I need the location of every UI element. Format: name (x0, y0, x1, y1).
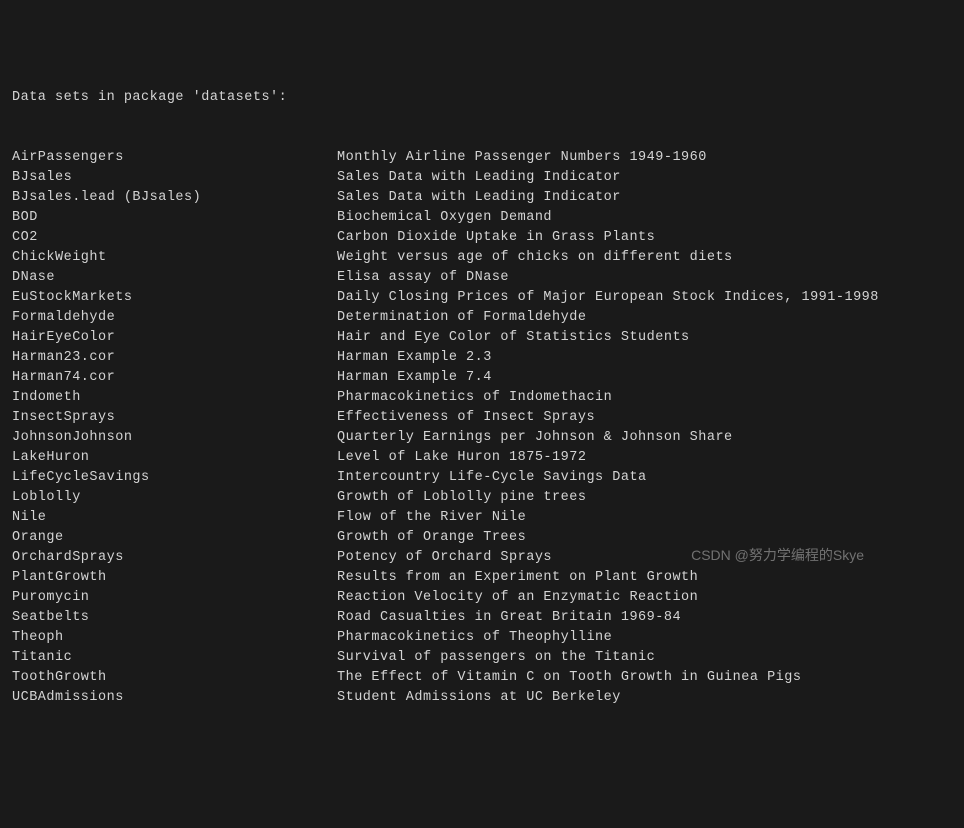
dataset-description: Biochemical Oxygen Demand (337, 208, 952, 228)
dataset-name: Titanic (12, 648, 337, 668)
dataset-row: PuromycinReaction Velocity of an Enzymat… (12, 588, 952, 608)
dataset-name: Nile (12, 508, 337, 528)
dataset-row: TitanicSurvival of passengers on the Tit… (12, 648, 952, 668)
dataset-description: Harman Example 7.4 (337, 368, 952, 388)
dataset-row: ChickWeightWeight versus age of chicks o… (12, 248, 952, 268)
dataset-name: Seatbelts (12, 608, 337, 628)
dataset-description: Weight versus age of chicks on different… (337, 248, 952, 268)
dataset-name: Puromycin (12, 588, 337, 608)
dataset-row: ToothGrowthThe Effect of Vitamin C on To… (12, 668, 952, 688)
dataset-row: Harman23.corHarman Example 2.3 (12, 348, 952, 368)
dataset-description: Effectiveness of Insect Sprays (337, 408, 952, 428)
dataset-name: HairEyeColor (12, 328, 337, 348)
dataset-row: LoblollyGrowth of Loblolly pine trees (12, 488, 952, 508)
dataset-description: Determination of Formaldehyde (337, 308, 952, 328)
dataset-name: ChickWeight (12, 248, 337, 268)
dataset-description: Pharmacokinetics of Indomethacin (337, 388, 952, 408)
dataset-description: Intercountry Life-Cycle Savings Data (337, 468, 952, 488)
dataset-name: Harman74.cor (12, 368, 337, 388)
dataset-name: JohnsonJohnson (12, 428, 337, 448)
dataset-row: BJsales.lead (BJsales)Sales Data with Le… (12, 188, 952, 208)
dataset-row: HairEyeColorHair and Eye Color of Statis… (12, 328, 952, 348)
dataset-row: EuStockMarketsDaily Closing Prices of Ma… (12, 288, 952, 308)
dataset-name: DNase (12, 268, 337, 288)
dataset-row: TheophPharmacokinetics of Theophylline (12, 628, 952, 648)
dataset-description: Daily Closing Prices of Major European S… (337, 288, 952, 308)
dataset-name: ToothGrowth (12, 668, 337, 688)
dataset-description: Road Casualties in Great Britain 1969-84 (337, 608, 952, 628)
dataset-name: CO2 (12, 228, 337, 248)
dataset-name: BOD (12, 208, 337, 228)
dataset-name: AirPassengers (12, 148, 337, 168)
dataset-row: BJsalesSales Data with Leading Indicator (12, 168, 952, 188)
dataset-description: Growth of Loblolly pine trees (337, 488, 952, 508)
dataset-row: InsectSpraysEffectiveness of Insect Spra… (12, 408, 952, 428)
dataset-description: Level of Lake Huron 1875-1972 (337, 448, 952, 468)
dataset-name: Loblolly (12, 488, 337, 508)
dataset-name: Formaldehyde (12, 308, 337, 328)
dataset-row: UCBAdmissionsStudent Admissions at UC Be… (12, 688, 952, 708)
dataset-description: Monthly Airline Passenger Numbers 1949-1… (337, 148, 952, 168)
dataset-row: IndomethPharmacokinetics of Indomethacin (12, 388, 952, 408)
dataset-row: PlantGrowthResults from an Experiment on… (12, 568, 952, 588)
watermark-text: CSDN @努力学编程的Skye (691, 545, 864, 565)
dataset-name: UCBAdmissions (12, 688, 337, 708)
dataset-description: Carbon Dioxide Uptake in Grass Plants (337, 228, 952, 248)
dataset-description: Results from an Experiment on Plant Grow… (337, 568, 952, 588)
dataset-row: FormaldehydeDetermination of Formaldehyd… (12, 308, 952, 328)
dataset-row: Harman74.corHarman Example 7.4 (12, 368, 952, 388)
dataset-description: Quarterly Earnings per Johnson & Johnson… (337, 428, 952, 448)
dataset-name: BJsales (12, 168, 337, 188)
dataset-description: Student Admissions at UC Berkeley (337, 688, 952, 708)
dataset-row: LifeCycleSavingsIntercountry Life-Cycle … (12, 468, 952, 488)
dataset-row: DNaseElisa assay of DNase (12, 268, 952, 288)
dataset-description: The Effect of Vitamin C on Tooth Growth … (337, 668, 952, 688)
datasets-list: AirPassengersMonthly Airline Passenger N… (12, 148, 952, 708)
dataset-name: EuStockMarkets (12, 288, 337, 308)
dataset-description: Flow of the River Nile (337, 508, 952, 528)
dataset-row: SeatbeltsRoad Casualties in Great Britai… (12, 608, 952, 628)
dataset-name: LakeHuron (12, 448, 337, 468)
dataset-name: LifeCycleSavings (12, 468, 337, 488)
dataset-row: BODBiochemical Oxygen Demand (12, 208, 952, 228)
dataset-name: Theoph (12, 628, 337, 648)
dataset-name: BJsales.lead (BJsales) (12, 188, 337, 208)
dataset-row: LakeHuronLevel of Lake Huron 1875-1972 (12, 448, 952, 468)
dataset-name: Indometh (12, 388, 337, 408)
dataset-name: Orange (12, 528, 337, 548)
dataset-name: Harman23.cor (12, 348, 337, 368)
dataset-row: CO2Carbon Dioxide Uptake in Grass Plants (12, 228, 952, 248)
dataset-description: Reaction Velocity of an Enzymatic Reacti… (337, 588, 952, 608)
dataset-description: Elisa assay of DNase (337, 268, 952, 288)
dataset-name: OrchardSprays (12, 548, 337, 568)
dataset-description: Survival of passengers on the Titanic (337, 648, 952, 668)
dataset-name: InsectSprays (12, 408, 337, 428)
dataset-row: NileFlow of the River Nile (12, 508, 952, 528)
dataset-description: Hair and Eye Color of Statistics Student… (337, 328, 952, 348)
dataset-description: Pharmacokinetics of Theophylline (337, 628, 952, 648)
dataset-row: AirPassengersMonthly Airline Passenger N… (12, 148, 952, 168)
dataset-row: JohnsonJohnsonQuarterly Earnings per Joh… (12, 428, 952, 448)
dataset-name: PlantGrowth (12, 568, 337, 588)
dataset-description: Harman Example 2.3 (337, 348, 952, 368)
dataset-description: Sales Data with Leading Indicator (337, 188, 952, 208)
dataset-description: Sales Data with Leading Indicator (337, 168, 952, 188)
datasets-header: Data sets in package 'datasets': (12, 88, 952, 108)
